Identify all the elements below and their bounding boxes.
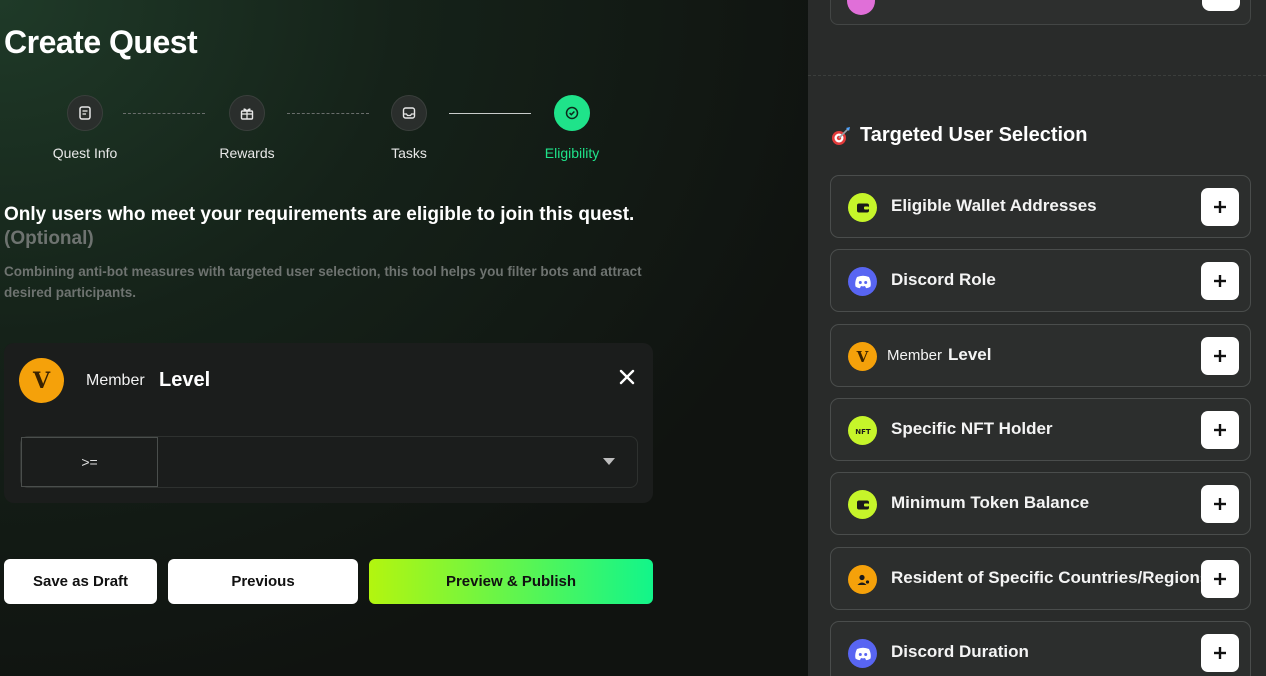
plus-icon: [1214, 573, 1226, 585]
add-button[interactable]: [1201, 560, 1239, 598]
plus-icon: [1214, 498, 1226, 510]
plus-icon: [1214, 647, 1226, 659]
svg-text:NFT: NFT: [855, 428, 871, 436]
check-circle-icon: [554, 95, 590, 131]
person-location-icon: [848, 565, 877, 594]
section-title: Targeted User Selection: [830, 124, 1087, 147]
option-label-text: Level: [948, 345, 992, 364]
close-icon[interactable]: [617, 367, 637, 387]
eligibility-description: Combining anti-bot measures with targete…: [4, 264, 642, 300]
option-specific-nft-holder[interactable]: NFT Specific NFT Holder: [830, 398, 1251, 461]
add-button[interactable]: [1202, 0, 1240, 11]
option-prefix: Member: [887, 347, 943, 364]
operator-select[interactable]: >=: [21, 437, 158, 487]
add-button[interactable]: [1201, 188, 1239, 226]
option-label: Discord Duration: [891, 642, 1029, 661]
option-eligible-wallet-addresses[interactable]: Eligible Wallet Addresses: [830, 175, 1251, 238]
discord-icon: [848, 639, 877, 668]
add-button[interactable]: [1201, 485, 1239, 523]
wallet-icon: [848, 193, 877, 222]
wallet-icon: [848, 490, 877, 519]
preview-publish-button[interactable]: Preview & Publish: [369, 559, 653, 604]
inbox-icon: [391, 95, 427, 131]
step-label: Eligibility: [544, 145, 600, 161]
gift-icon: [229, 95, 265, 131]
condition-level-label: Level: [159, 369, 211, 391]
option-discord-role[interactable]: Discord Role: [830, 249, 1251, 312]
save-draft-button[interactable]: Save as Draft: [4, 559, 157, 604]
main-panel: Create Quest Quest Info Rewards Tasks El…: [0, 0, 808, 676]
previous-button[interactable]: Previous: [168, 559, 358, 604]
option-label: Eligible Wallet Addresses: [891, 196, 1097, 215]
step-tasks[interactable]: Tasks: [354, 95, 464, 161]
optional-tag: (Optional): [4, 228, 94, 249]
step-quest-info[interactable]: Quest Info: [30, 95, 140, 161]
option-label: Discord Role: [891, 270, 996, 289]
document-icon: [67, 95, 103, 131]
page-title: Create Quest: [4, 24, 198, 60]
add-button[interactable]: [1201, 262, 1239, 300]
option-label: Member Level: [887, 345, 992, 365]
add-button[interactable]: [1201, 337, 1239, 375]
divider: [808, 75, 1266, 76]
chevron-down-icon: [603, 458, 615, 465]
condition-member-label: Member: [86, 372, 145, 389]
option-minimum-token-balance[interactable]: Minimum Token Balance: [830, 472, 1251, 535]
previous-option-card[interactable]: [830, 0, 1251, 25]
option-label: Specific NFT Holder: [891, 419, 1053, 438]
step-eligibility[interactable]: Eligibility: [517, 95, 627, 161]
plus-icon: [1214, 201, 1226, 213]
add-button[interactable]: [1201, 411, 1239, 449]
v-logo-icon: V: [19, 358, 64, 403]
step-rewards[interactable]: Rewards: [192, 95, 302, 161]
target-icon: [832, 126, 850, 145]
step-label: Tasks: [391, 145, 427, 161]
v-logo-icon: V: [848, 342, 877, 371]
plus-icon: [1214, 350, 1226, 362]
option-label: Resident of Specific Countries/Regions: [891, 568, 1210, 587]
step-label: Quest Info: [52, 145, 118, 161]
section-title-text: Targeted User Selection: [860, 124, 1088, 146]
sidebar-panel: Targeted User Selection Eligible Wallet …: [808, 0, 1266, 676]
option-resident-countries[interactable]: Resident of Specific Countries/Regions: [830, 547, 1251, 610]
discord-icon: [848, 267, 877, 296]
add-button[interactable]: [1201, 634, 1239, 672]
eligibility-heading-text: Only users who meet your requirements ar…: [4, 204, 635, 225]
option-icon: [847, 0, 875, 15]
condition-card: V Member Level >=: [4, 343, 653, 503]
option-label: Minimum Token Balance: [891, 493, 1090, 512]
eligibility-heading: Only users who meet your requirements ar…: [4, 203, 704, 251]
plus-icon: [1214, 424, 1226, 436]
option-member-level[interactable]: V Member Level: [830, 324, 1251, 387]
step-label: Rewards: [219, 145, 275, 161]
level-value-select[interactable]: >=: [20, 436, 638, 488]
option-discord-duration[interactable]: Discord Duration: [830, 621, 1251, 676]
nft-icon: NFT: [848, 416, 877, 445]
plus-icon: [1214, 275, 1226, 287]
